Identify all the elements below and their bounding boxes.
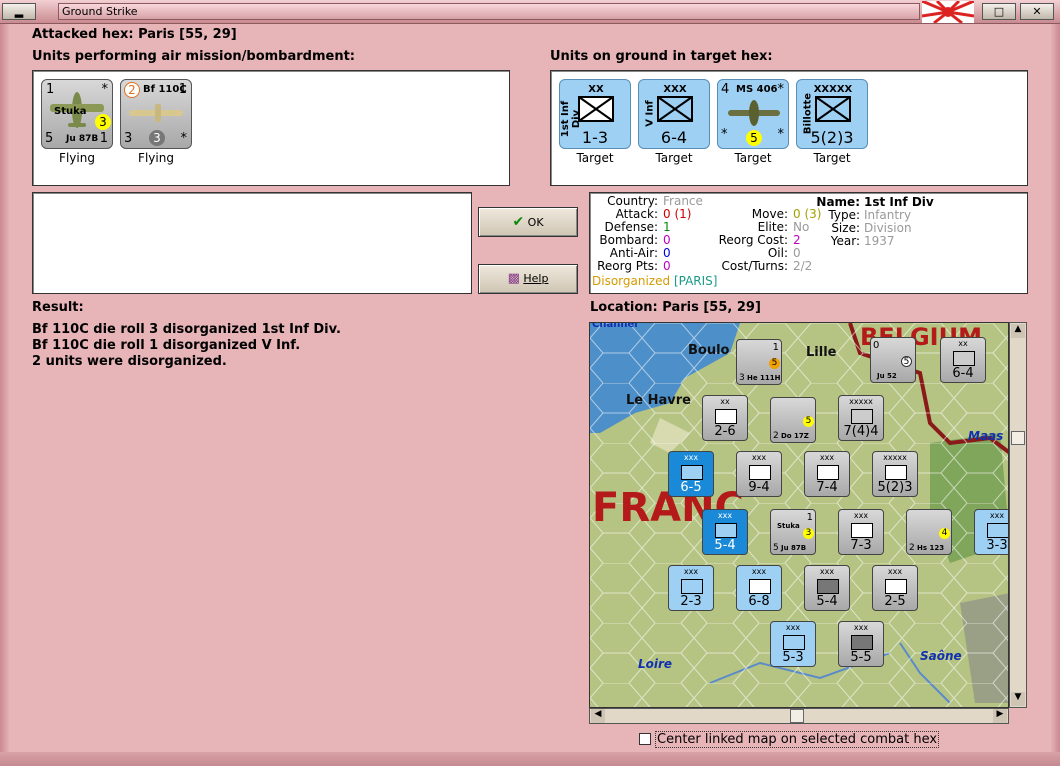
result-label: Result: [32, 300, 84, 315]
ground-unit-caption: Target [576, 151, 614, 165]
minimize-button[interactable]: ▂ [2, 3, 36, 20]
map-air-counter[interactable]: 3 He 111H 1 5 [736, 339, 782, 385]
unit-info-panel: Country: France Attack: 0 (1) Defense: 1… [589, 192, 1028, 294]
map-land-counter[interactable]: xxx 2-3 [668, 565, 714, 611]
map-land-counter[interactable]: xx 2-6 [702, 395, 748, 441]
help-book-icon: ▩ [507, 271, 520, 286]
map-land-counter[interactable]: xxx 2-5 [872, 565, 918, 611]
title-field [58, 3, 920, 20]
center-map-label[interactable]: Center linked map on selected combat hex [655, 731, 940, 748]
window-title: Ground Strike [62, 5, 138, 18]
right-border [1050, 24, 1060, 766]
map-land-counter[interactable]: xxx 7-3 [838, 509, 884, 555]
infantry-symbol-icon [657, 96, 693, 122]
map-label: Saône [920, 649, 962, 663]
message-panel [32, 192, 472, 294]
result-line: Bf 110C die roll 1 disorganized V Inf. [32, 338, 301, 353]
map-land-counter[interactable]: xx 6-4 [940, 337, 986, 383]
map-land-counter[interactable]: xxx 5-4 [702, 509, 748, 555]
help-button[interactable]: ▩ Help [478, 264, 578, 294]
bottom-border [0, 752, 1060, 766]
title-bar: ▂ Ground Strike □ ✕ [0, 0, 1060, 25]
close-button[interactable]: ✕ [1020, 3, 1054, 20]
left-border [0, 24, 10, 766]
rising-sun-flag-icon [921, 0, 975, 25]
map-land-counter[interactable]: xxx 5-5 [838, 621, 884, 667]
ok-button[interactable]: ✔ OK [478, 207, 578, 237]
map-land-counter[interactable]: xxx 5-4 [804, 565, 850, 611]
map-label: Le Havre [626, 393, 691, 408]
map-air-counter[interactable]: 0 Ju 52 5 [870, 337, 916, 383]
infantry-symbol-icon [578, 96, 614, 122]
scroll-left-arrow-icon[interactable]: ◀ [591, 709, 605, 723]
ground-units-label: Units on ground in target hex: [550, 49, 773, 64]
result-text: Bf 110C die roll 3 disorganized 1st Inf … [32, 322, 341, 370]
map-air-counter[interactable]: 2 Hs 123 4 [906, 509, 952, 555]
map-air-counter[interactable]: 2 Do 17Z 5 [770, 397, 816, 443]
center-map-checkbox[interactable] [639, 733, 651, 745]
map-land-counter[interactable]: xxxxx 5(2)3 [872, 451, 918, 497]
scroll-down-arrow-icon[interactable]: ▼ [1011, 692, 1025, 706]
scroll-up-arrow-icon[interactable]: ▲ [1011, 324, 1025, 338]
location-label: Location: Paris [55, 29] [590, 300, 761, 315]
ground-unit-1st-inf-div[interactable]: 1st Inf Div XX 1-3 [559, 79, 631, 149]
map-vertical-scrollbar[interactable]: ▲ ▼ [1009, 322, 1027, 708]
restore-button[interactable]: □ [982, 3, 1016, 20]
ground-unit-billotte[interactable]: Billotte XXXXX 5(2)3 [796, 79, 868, 149]
air-unit-stuka[interactable]: 1 * Stuka 3 5 Ju 87B 1 [41, 79, 113, 149]
result-line: 2 units were disorganized. [32, 354, 227, 369]
map-label: Boulo [688, 343, 730, 358]
vertical-scroll-thumb[interactable] [1011, 431, 1025, 445]
map-air-counter[interactable]: Stuka 5 Ju 87B 1 3 [770, 509, 816, 555]
map-label: Maas [968, 429, 1004, 443]
ground-unit-caption: Target [813, 151, 851, 165]
air-unit-caption: Flying [138, 151, 174, 165]
linked-map[interactable]: FRANC BELGIUM Boulo Lille Le Havre Maas … [589, 322, 1009, 708]
ground-unit-v-inf[interactable]: V Inf XXX 6-4 [638, 79, 710, 149]
ms406-plane-icon [728, 100, 780, 126]
air-unit-bf110c[interactable]: 2 Bf 110C 1 3 3 * [120, 79, 192, 149]
attacked-hex-label: Attacked hex: Paris [55, 29] [32, 27, 237, 42]
map-land-counter[interactable]: xxx 5-3 [770, 621, 816, 667]
check-icon: ✔ [512, 214, 525, 230]
map-label: Loire [638, 657, 673, 671]
air-units-label: Units performing air mission/bombardment… [32, 49, 356, 64]
map-land-counter[interactable]: xxx 7-4 [804, 451, 850, 497]
map-label: Lille [806, 345, 837, 360]
air-units-panel: 1 * Stuka 3 5 Ju 87B 1 Flying 2 Bf 110C … [32, 70, 510, 186]
ground-unit-caption: Target [734, 151, 772, 165]
air-unit-caption: Flying [59, 151, 95, 165]
result-line: Bf 110C die roll 3 disorganized 1st Inf … [32, 322, 341, 337]
map-land-counter[interactable]: xxx 6-5 [668, 451, 714, 497]
map-land-counter[interactable]: xxx 3-3 [974, 509, 1008, 555]
map-horizontal-scrollbar[interactable]: ◀ ▶ [589, 708, 1009, 724]
scroll-right-arrow-icon[interactable]: ▶ [993, 709, 1007, 723]
ground-unit-caption: Target [655, 151, 693, 165]
ground-units-panel: 1st Inf Div XX 1-3 Target V Inf XXX 6-4 … [550, 70, 1028, 186]
infantry-symbol-icon [815, 96, 851, 122]
map-label: Channel [592, 322, 638, 330]
bf110-plane-icon [129, 104, 183, 122]
ground-unit-ms406[interactable]: 4 MS 406 * * 5 * [717, 79, 789, 149]
horizontal-scroll-thumb[interactable] [790, 709, 804, 723]
map-land-counter[interactable]: xxx 9-4 [736, 451, 782, 497]
map-land-counter[interactable]: xxx 6-8 [736, 565, 782, 611]
map-land-counter[interactable]: xxxxx 7(4)4 [838, 395, 884, 441]
